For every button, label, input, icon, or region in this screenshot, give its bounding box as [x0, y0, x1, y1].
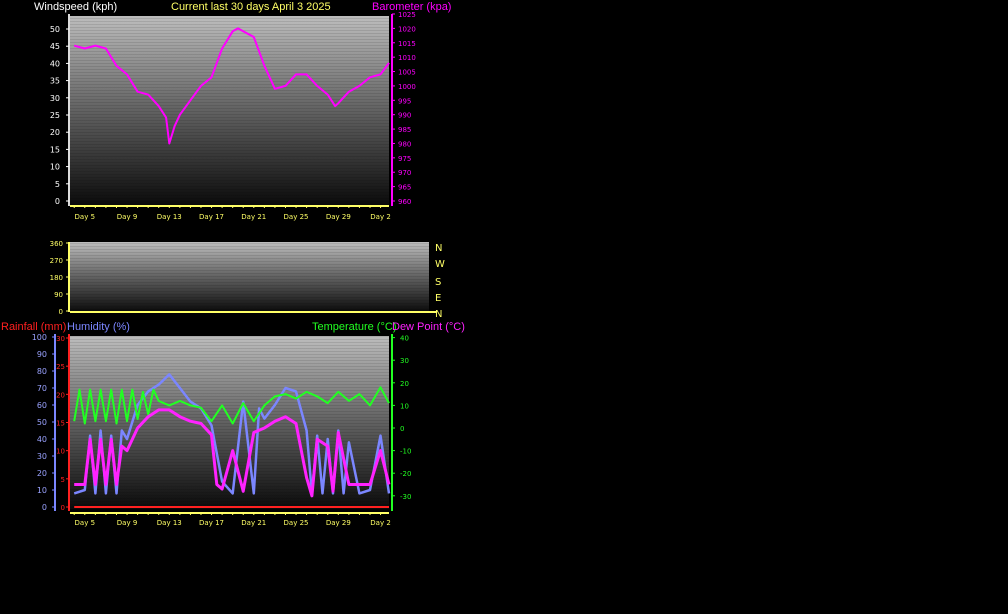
- barometer-tick-label: 980: [398, 140, 411, 148]
- barometer-tick-label: 995: [398, 97, 411, 105]
- humidity-tick-label: 80: [37, 367, 47, 376]
- chart1-plot-area-texture: [70, 16, 389, 206]
- rainfall-tick-label: 10: [56, 448, 65, 456]
- temperature-tick-label: -20: [400, 470, 411, 478]
- weather-charts: 0510152025303540455096096597097598098599…: [32, 11, 445, 527]
- chart3-x-tick-label: Day 9: [117, 519, 138, 527]
- windspeed-tick-label: 30: [50, 94, 60, 103]
- windspeed-tick-label: 5: [55, 180, 60, 189]
- temperature-tick-label: 0: [400, 425, 404, 433]
- barometer-tick-label: 1010: [398, 54, 416, 62]
- barometer-tick-label: 1015: [398, 40, 416, 48]
- chart2-plot-area-texture: [70, 242, 429, 312]
- rainfall-tick-label: 30: [56, 335, 65, 343]
- windspeed-tick-label: 45: [50, 42, 60, 51]
- windspeed-tick-label: 10: [50, 163, 60, 172]
- direction-tick-label: 90: [54, 291, 63, 299]
- direction-tick-label: 270: [50, 257, 63, 265]
- chart1-x-tick-label: Day 9: [117, 213, 138, 221]
- compass-label: N: [435, 243, 442, 254]
- temperature-tick-label: -10: [400, 448, 411, 456]
- windspeed-tick-label: 50: [50, 25, 60, 34]
- direction-tick-label: 360: [50, 240, 63, 248]
- temperature-tick-label: 30: [400, 357, 409, 365]
- windspeed-tick-label: 0: [55, 197, 60, 206]
- humidity-tick-label: 70: [37, 384, 47, 393]
- chart3-x-tick-label: Day 25: [284, 519, 309, 527]
- compass-label: E: [435, 293, 441, 304]
- barometer-tick-label: 985: [398, 126, 411, 134]
- humidity-tick-label: 90: [37, 350, 47, 359]
- compass-label: S: [435, 277, 441, 288]
- rainfall-tick-label: 20: [56, 391, 65, 399]
- barometer-tick-label: 1025: [398, 11, 416, 19]
- rainfall-tick-label: 15: [56, 420, 65, 428]
- humidity-tick-label: 10: [37, 486, 47, 495]
- chart1-x-tick-label: Day 2: [370, 213, 391, 221]
- chart1-x-tick-label: Day 5: [75, 213, 96, 221]
- chart3-x-tick-label: Day 2: [370, 519, 391, 527]
- compass-label: W: [435, 259, 445, 270]
- chart1-x-tick-label: Day 17: [199, 213, 224, 221]
- barometer-tick-label: 1020: [398, 25, 416, 33]
- windspeed-tick-label: 15: [50, 145, 60, 154]
- humidity-tick-label: 30: [37, 452, 47, 461]
- chart3-x-tick-label: Day 5: [75, 519, 96, 527]
- chart3-x-tick-label: Day 13: [157, 519, 182, 527]
- humidity-tick-label: 20: [37, 469, 47, 478]
- humidity-tick-label: 100: [32, 333, 47, 342]
- windspeed-tick-label: 40: [50, 59, 60, 68]
- chart1-x-tick-label: Day 25: [284, 213, 309, 221]
- chart1-x-tick-label: Day 29: [326, 213, 351, 221]
- humidity-tick-label: 60: [37, 401, 47, 410]
- rainfall-tick-label: 5: [61, 476, 65, 484]
- direction-tick-label: 180: [50, 274, 63, 282]
- barometer-tick-label: 965: [398, 184, 411, 192]
- temperature-tick-label: 40: [400, 335, 409, 343]
- chart3-x-tick-label: Day 29: [326, 519, 351, 527]
- humidity-tick-label: 40: [37, 435, 47, 444]
- chart3-x-tick-label: Day 17: [199, 519, 224, 527]
- temperature-tick-label: 20: [400, 380, 409, 388]
- compass-label: N: [435, 309, 442, 320]
- barometer-tick-label: 975: [398, 155, 411, 163]
- humidity-tick-label: 50: [37, 418, 47, 427]
- barometer-tick-label: 1000: [398, 83, 416, 91]
- windspeed-tick-label: 35: [50, 77, 60, 86]
- windspeed-tick-label: 20: [50, 128, 60, 137]
- windspeed-tick-label: 25: [50, 111, 60, 120]
- humidity-tick-label: 0: [42, 503, 47, 512]
- rainfall-tick-label: 25: [56, 363, 65, 371]
- chart1-x-tick-label: Day 21: [241, 213, 266, 221]
- direction-tick-label: 0: [59, 308, 63, 316]
- barometer-tick-label: 970: [398, 169, 411, 177]
- barometer-tick-label: 990: [398, 112, 411, 120]
- chart3-x-tick-label: Day 21: [241, 519, 266, 527]
- temperature-tick-label: 10: [400, 402, 409, 410]
- rainfall-tick-label: 0: [61, 504, 65, 512]
- barometer-tick-label: 1005: [398, 69, 416, 77]
- chart1-x-tick-label: Day 13: [157, 213, 182, 221]
- barometer-tick-label: 960: [398, 198, 411, 206]
- temperature-tick-label: -30: [400, 493, 411, 501]
